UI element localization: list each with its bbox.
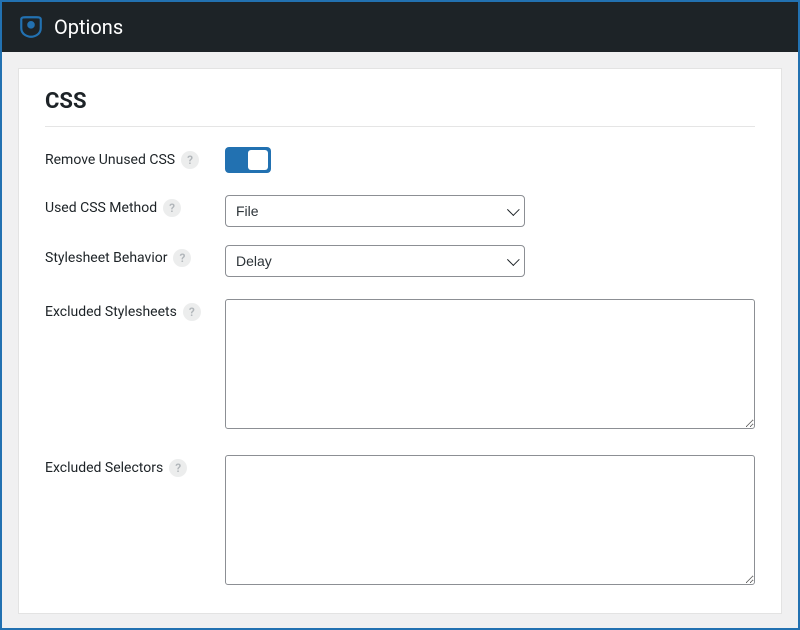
label-remove-unused-css: Remove Unused CSS (45, 152, 175, 168)
help-icon[interactable]: ? (181, 151, 199, 169)
control-wrap: Delay (225, 245, 755, 277)
header-title: Options (54, 15, 123, 39)
select-wrap: File (225, 195, 525, 227)
control-wrap: File (225, 195, 755, 227)
row-remove-unused-css: Remove Unused CSS ? (45, 147, 755, 177)
row-excluded-selectors: Excluded Selectors ? (45, 455, 755, 589)
select-wrap: Delay (225, 245, 525, 277)
row-excluded-stylesheets: Excluded Stylesheets ? (45, 299, 755, 433)
section-title: CSS (45, 89, 755, 127)
header-bar: Options (2, 2, 798, 52)
label-wrap: Excluded Selectors ? (45, 455, 225, 477)
textarea-excluded-selectors[interactable] (225, 455, 755, 585)
control-wrap (225, 455, 755, 589)
settings-panel: CSS Remove Unused CSS ? Used CSS Method … (18, 68, 782, 614)
label-excluded-stylesheets: Excluded Stylesheets (45, 304, 177, 320)
textarea-excluded-stylesheets[interactable] (225, 299, 755, 429)
label-wrap: Excluded Stylesheets ? (45, 299, 225, 321)
select-used-css-method[interactable]: File (225, 195, 525, 227)
help-icon[interactable]: ? (163, 199, 181, 217)
control-wrap (225, 147, 755, 177)
help-icon[interactable]: ? (173, 249, 191, 267)
content-wrap: CSS Remove Unused CSS ? Used CSS Method … (2, 52, 798, 630)
select-stylesheet-behavior[interactable]: Delay (225, 245, 525, 277)
control-wrap (225, 299, 755, 433)
toggle-thumb (248, 150, 268, 170)
label-used-css-method: Used CSS Method (45, 200, 157, 216)
label-wrap: Stylesheet Behavior ? (45, 245, 225, 267)
label-stylesheet-behavior: Stylesheet Behavior (45, 250, 167, 266)
help-icon[interactable]: ? (183, 303, 201, 321)
label-wrap: Remove Unused CSS ? (45, 147, 225, 169)
help-icon[interactable]: ? (169, 459, 187, 477)
toggle-remove-unused-css[interactable] (225, 147, 271, 173)
row-used-css-method: Used CSS Method ? File (45, 195, 755, 227)
label-wrap: Used CSS Method ? (45, 195, 225, 217)
label-excluded-selectors: Excluded Selectors (45, 460, 163, 476)
row-stylesheet-behavior: Stylesheet Behavior ? Delay (45, 245, 755, 277)
app-logo-icon (18, 14, 44, 40)
